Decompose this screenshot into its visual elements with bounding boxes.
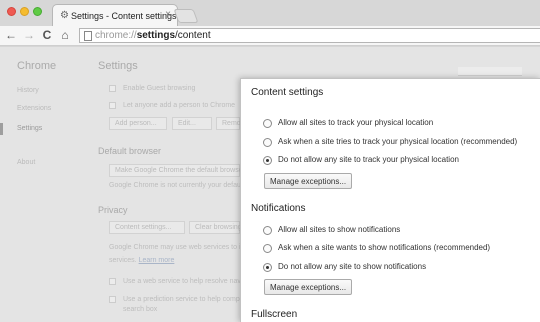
gear-icon: ⚙ [60,10,69,21]
default-browser-heading: Default browser [98,146,162,156]
notifications-manage-exceptions-button[interactable]: Manage exceptions... [264,279,353,295]
tab-title: Settings - Content settings [71,11,177,21]
page-title: Settings [98,60,138,72]
radio-label: Ask when a site wants to show notificati… [278,243,491,252]
anyone-label: Let anyone add a person to Chrome [123,102,236,109]
radio-label: Ask when a site tries to track your phys… [278,137,518,146]
add-person-button[interactable]: Add person... [109,117,167,130]
new-tab-button[interactable] [173,9,199,23]
forward-arrow-icon[interactable]: → [22,28,36,42]
radio-button[interactable] [263,226,272,235]
page-icon [84,31,92,41]
tab-close-icon[interactable]: × [165,10,171,20]
radio-label: Allow all sites to track your physical l… [278,118,434,127]
privacy-description-end: services. Learn more [109,257,175,264]
window-minimize-button[interactable] [20,7,29,16]
radio-button[interactable] [263,138,272,147]
window-close-button[interactable] [7,7,16,16]
fullscreen-heading: Fullscreen [251,309,298,320]
title-bar: ⚙ Settings - Content settings × [0,0,540,26]
tab-settings[interactable]: ⚙ Settings - Content settings × [52,4,178,26]
url-text: chrome://settings/content [95,30,211,41]
search-settings-input[interactable] [458,67,522,76]
window-zoom-button[interactable] [33,7,42,16]
privacy-heading: Privacy [98,205,128,215]
radio-label: Do not allow any site to show notificati… [278,262,427,271]
browser-toolbar: ← → C ⌂ chrome://settings/content [0,26,540,46]
notifications-heading: Notifications [251,203,306,214]
guest-checkbox[interactable] [109,85,116,92]
radio-button[interactable] [263,244,272,253]
prediction-label-end: search box [123,306,158,313]
address-bar[interactable]: chrome://settings/content [79,28,540,43]
radio-button[interactable] [263,119,272,128]
remove-person-button[interactable]: Remove... [216,117,254,130]
edit-person-button[interactable]: Edit... [172,117,212,130]
radio-button-selected[interactable] [263,156,272,165]
sidebar-item-history[interactable]: History [17,87,39,94]
radio-label: Allow all sites to show notifications [278,225,401,234]
learn-more-link[interactable]: Learn more [139,257,175,264]
radio-button-selected[interactable] [263,263,272,272]
sidebar-item-settings[interactable]: Settings [17,125,42,132]
content-settings-button[interactable]: Content settings... [109,221,185,234]
back-arrow-icon[interactable]: ← [4,28,18,42]
make-default-button[interactable]: Make Google Chrome the default browser [109,164,245,177]
prediction-checkbox[interactable] [109,296,116,303]
guest-label: Enable Guest browsing [123,85,196,92]
nav-errors-checkbox[interactable] [109,278,116,285]
clear-browsing-data-button[interactable]: Clear browsing data... [189,221,263,234]
home-icon[interactable]: ⌂ [58,28,72,42]
sidebar-active-indicator [0,123,3,135]
location-manage-exceptions-button[interactable]: Manage exceptions... [264,173,353,189]
radio-label: Do not allow any site to track your phys… [278,155,459,164]
sidebar-title: Chrome [17,60,57,72]
anyone-checkbox[interactable] [109,102,116,109]
content-settings-dialog: Content settings Allow all sites to trac… [240,78,540,322]
sidebar-item-about[interactable]: About [17,159,35,166]
sidebar-item-extensions[interactable]: Extensions [17,105,51,112]
dialog-title: Content settings [251,87,324,98]
reload-icon[interactable]: C [40,28,54,42]
